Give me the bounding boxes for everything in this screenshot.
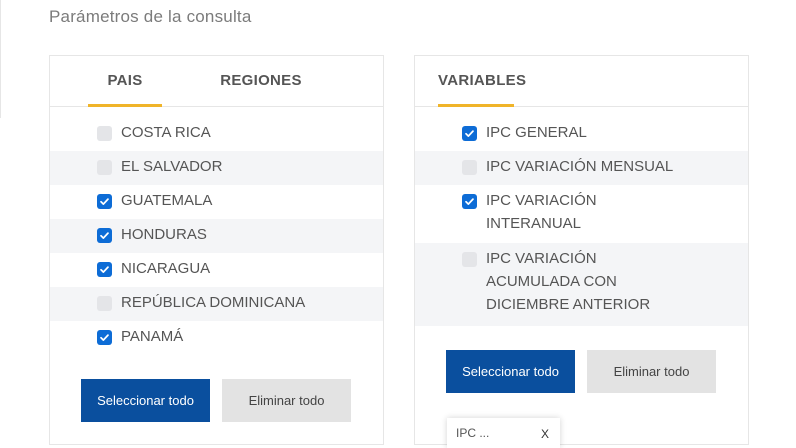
country-item-label: PANAMÁ bbox=[121, 328, 184, 345]
checkbox-icon[interactable] bbox=[97, 126, 112, 141]
country-item-label: COSTA RICA bbox=[121, 124, 211, 141]
variable-item-ipc-variacion-interanual[interactable]: IPC VARIACIÓN INTERANUAL bbox=[415, 185, 748, 243]
selected-variable-chip[interactable]: IPC ... X bbox=[447, 418, 560, 448]
checkbox-icon[interactable] bbox=[97, 262, 112, 277]
country-item-panama[interactable]: PANAMÁ bbox=[50, 321, 383, 355]
tab-variables-label: VARIABLES bbox=[438, 72, 527, 89]
tab-pais-label: PAIS bbox=[107, 72, 143, 89]
checkbox-icon[interactable] bbox=[462, 126, 477, 141]
variable-item-label: IPC VARIACIÓN INTERANUAL bbox=[486, 192, 597, 232]
country-list: COSTA RICA EL SALVADOR GUATEMALA HONDURA… bbox=[50, 117, 383, 355]
country-item-guatemala[interactable]: GUATEMALA bbox=[50, 185, 383, 219]
country-tabs: PAIS REGIONES bbox=[50, 56, 383, 107]
close-icon[interactable]: X bbox=[541, 427, 549, 441]
checkbox-icon[interactable] bbox=[462, 252, 477, 267]
variable-item-ipc-variacion-acumulada[interactable]: IPC VARIACIÓN ACUMULADA CON DICIEMBRE AN… bbox=[415, 243, 748, 326]
checkbox-icon[interactable] bbox=[97, 296, 112, 311]
checkbox-icon[interactable] bbox=[97, 228, 112, 243]
checkbox-icon[interactable] bbox=[97, 194, 112, 209]
country-item-honduras[interactable]: HONDURAS bbox=[50, 219, 383, 253]
country-item-label: NICARAGUA bbox=[121, 260, 211, 277]
country-item-label: GUATEMALA bbox=[121, 192, 213, 209]
left-divider bbox=[0, 0, 1, 118]
checkbox-icon[interactable] bbox=[462, 194, 477, 209]
country-item-nicaragua[interactable]: NICARAGUA bbox=[50, 253, 383, 287]
country-item-label: EL SALVADOR bbox=[121, 158, 223, 175]
checkbox-icon[interactable] bbox=[97, 160, 112, 175]
country-select-all-button[interactable]: Seleccionar todo bbox=[81, 379, 210, 422]
section-title: Parámetros de la consulta bbox=[49, 7, 252, 26]
variable-item-label: IPC VARIACIÓN ACUMULADA CON DICIEMBRE AN… bbox=[486, 250, 651, 313]
country-item-label: HONDURAS bbox=[121, 226, 207, 243]
checkbox-icon[interactable] bbox=[97, 330, 112, 345]
tab-regiones-label: REGIONES bbox=[220, 72, 302, 89]
active-tab-indicator bbox=[88, 104, 162, 107]
country-item-costa-rica[interactable]: COSTA RICA bbox=[50, 117, 383, 151]
chip-label: IPC ... bbox=[456, 426, 490, 440]
active-tab-indicator bbox=[438, 104, 514, 107]
country-item-el-salvador[interactable]: EL SALVADOR bbox=[50, 151, 383, 185]
variable-item-label: IPC VARIACIÓN MENSUAL bbox=[486, 158, 674, 175]
tab-regiones[interactable]: REGIONES bbox=[216, 56, 306, 106]
variables-panel: VARIABLES IPC GENERAL IPC VARIACIÓN MENS… bbox=[414, 55, 749, 445]
variable-item-ipc-general[interactable]: IPC GENERAL bbox=[415, 117, 748, 151]
country-panel: PAIS REGIONES COSTA RICA EL SALVADOR GUA… bbox=[49, 55, 384, 445]
variables-list: IPC GENERAL IPC VARIACIÓN MENSUAL IPC VA… bbox=[415, 117, 748, 326]
variables-tabs: VARIABLES bbox=[415, 56, 748, 107]
variables-remove-all-button[interactable]: Eliminar todo bbox=[587, 350, 716, 393]
variable-item-label: IPC GENERAL bbox=[486, 124, 587, 141]
country-item-republica-dominicana[interactable]: REPÚBLICA DOMINICANA bbox=[50, 287, 383, 321]
country-remove-all-button[interactable]: Eliminar todo bbox=[222, 379, 351, 422]
checkbox-icon[interactable] bbox=[462, 160, 477, 175]
variable-item-ipc-variacion-mensual[interactable]: IPC VARIACIÓN MENSUAL bbox=[415, 151, 748, 185]
tab-variables[interactable]: VARIABLES bbox=[438, 56, 526, 107]
country-item-label: REPÚBLICA DOMINICANA bbox=[121, 294, 306, 311]
variables-select-all-button[interactable]: Seleccionar todo bbox=[446, 350, 575, 393]
tab-pais[interactable]: PAIS bbox=[88, 56, 162, 107]
